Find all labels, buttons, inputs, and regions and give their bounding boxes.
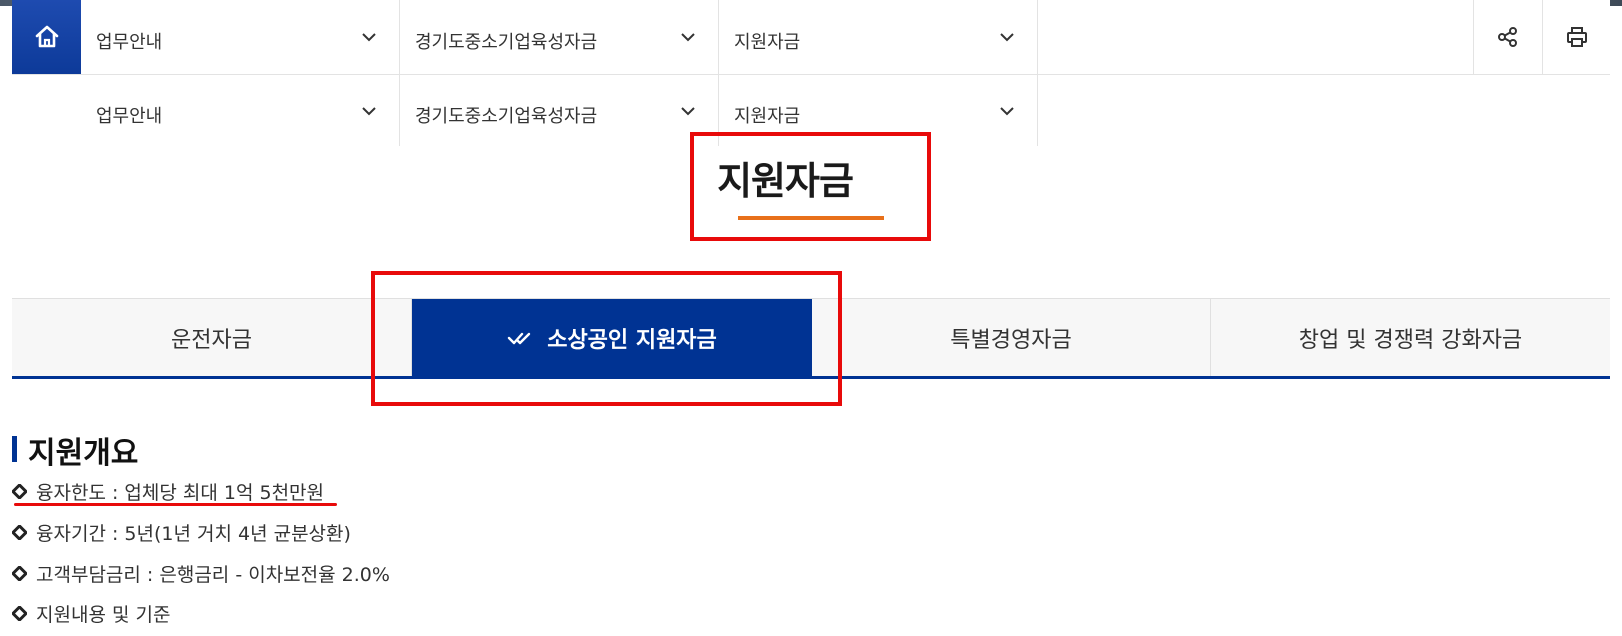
print-icon <box>1566 27 1587 47</box>
list-item-text: 고객부담금리 : 은행금리 - 이차보전율 2.0% <box>36 564 390 586</box>
nav-dropdown-label: 경기도중소기업육성자금 <box>415 32 598 53</box>
nav-submenu-label: 지원자금 <box>734 106 801 127</box>
nav-submenu-item[interactable]: 경기도중소기업육성자금 <box>400 74 719 146</box>
diamond-bullet-icon <box>12 525 27 540</box>
list-item-text: 융자한도 : 업체당 최대 1억 5천만원 <box>36 482 325 504</box>
home-icon <box>35 25 58 48</box>
nav-dropdown-label: 지원자금 <box>734 32 801 53</box>
tab-label: 창업 및 경쟁력 강화자금 <box>1298 328 1523 353</box>
chevron-down-icon <box>1000 107 1014 116</box>
highlight-box-tab <box>371 271 842 406</box>
diamond-bullet-icon <box>12 606 27 621</box>
nav-dropdown-depth3[interactable]: 지원자금 <box>719 0 1038 74</box>
chevron-down-icon <box>362 33 376 42</box>
diamond-bullet-icon <box>12 484 27 499</box>
list-item-text: 융자기간 : 5년(1년 거치 4년 균분상환) <box>36 523 351 545</box>
chevron-down-icon <box>1000 33 1014 42</box>
share-icon <box>1497 27 1517 47</box>
section-title: 지원개요 <box>28 436 139 471</box>
nav-dropdown-label: 업무안내 <box>96 32 163 53</box>
tab-startup-competitiveness-fund[interactable]: 창업 및 경쟁력 강화자금 <box>1211 299 1610 377</box>
highlight-box-title <box>690 132 931 241</box>
nav-dropdown-depth1[interactable]: 업무안내 <box>81 0 400 74</box>
nav-submenu-label: 경기도중소기업육성자금 <box>415 106 598 127</box>
diamond-bullet-icon <box>12 566 27 581</box>
chevron-down-icon <box>681 33 695 42</box>
section-title-bar <box>12 436 17 462</box>
list-item-text: 지원내용 및 기준 <box>36 604 171 626</box>
nav-submenu-label: 업무안내 <box>96 106 163 127</box>
highlight-underline <box>14 503 337 506</box>
list-item: 융자기간 : 5년(1년 거치 4년 균분상환) <box>12 519 351 546</box>
chevron-down-icon <box>362 107 376 116</box>
nav-dropdown-depth2[interactable]: 경기도중소기업육성자금 <box>400 0 719 74</box>
home-button[interactable] <box>12 0 81 74</box>
tab-label: 특별경영자금 <box>950 328 1072 353</box>
nav-submenu-item[interactable]: 업무안내 <box>81 74 400 146</box>
print-button[interactable] <box>1542 0 1610 74</box>
chevron-down-icon <box>681 107 695 116</box>
location-nav-bar: 업무안내 경기도중소기업육성자금 지원자금 <box>12 0 1610 75</box>
tab-operating-fund[interactable]: 운전자금 <box>12 299 412 377</box>
tab-label: 운전자금 <box>171 328 252 353</box>
list-item: 고객부담금리 : 은행금리 - 이차보전율 2.0% <box>12 560 390 587</box>
share-button[interactable] <box>1473 0 1541 74</box>
tab-special-management-fund[interactable]: 특별경영자금 <box>812 299 1211 377</box>
list-item: 융자한도 : 업체당 최대 1억 5천만원 <box>12 478 324 505</box>
list-item: 지원내용 및 기준 <box>12 600 170 627</box>
